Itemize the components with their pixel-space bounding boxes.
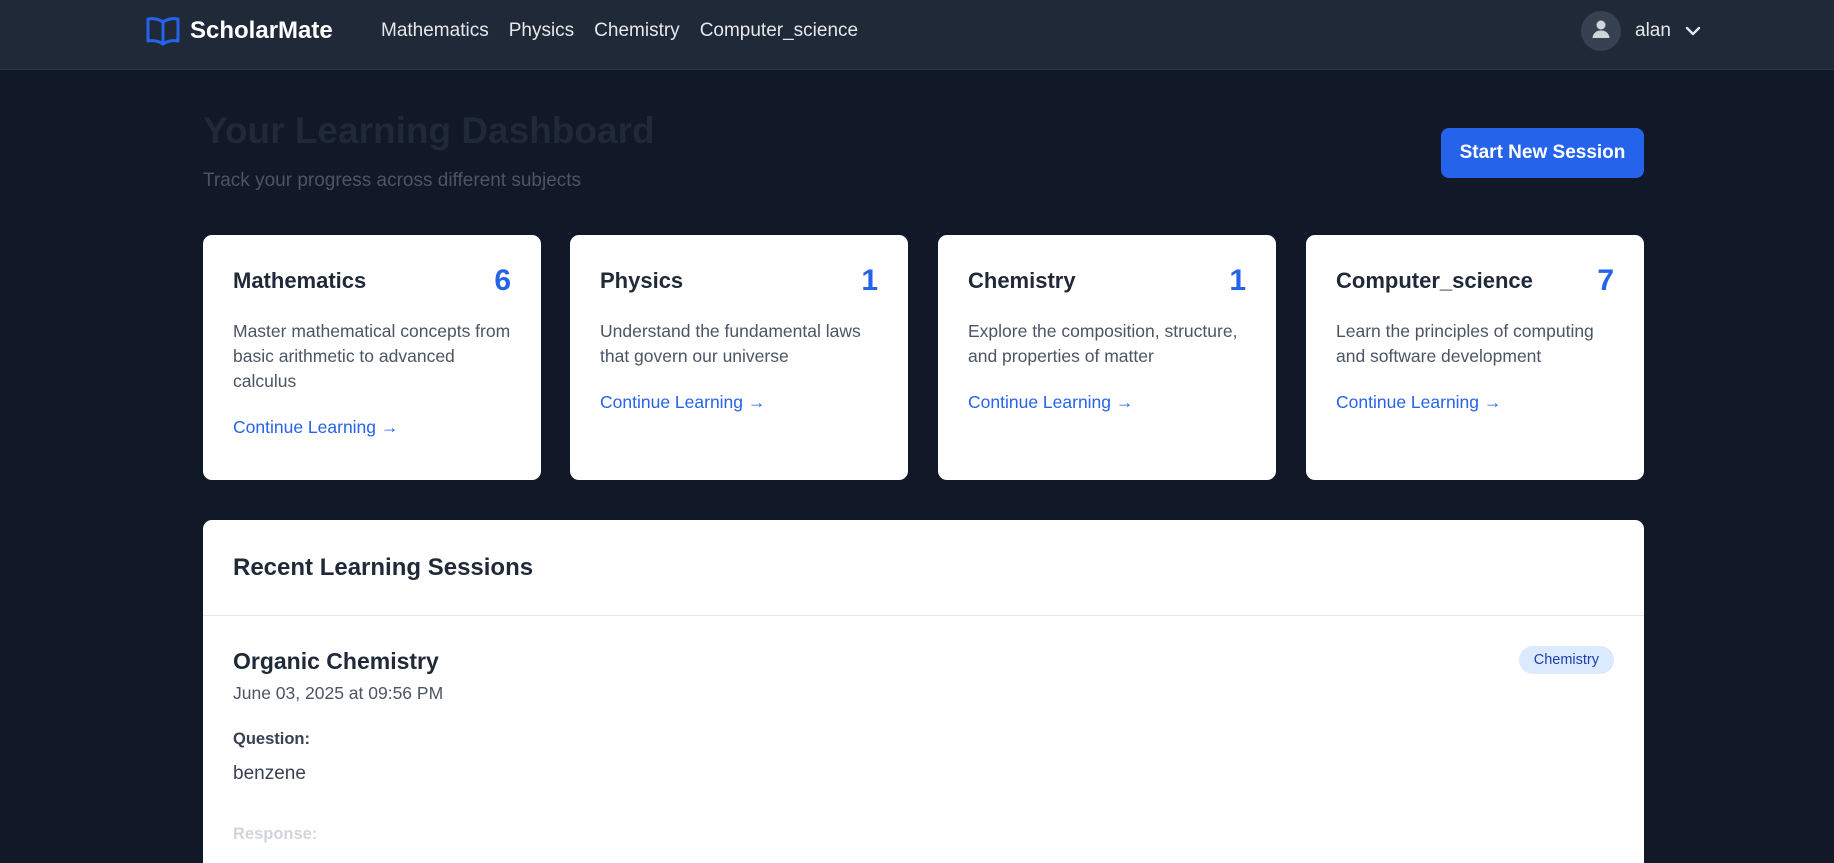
nav-link-chemistry[interactable]: Chemistry [594, 20, 680, 42]
subject-card-title: Computer_science [1336, 268, 1533, 293]
subject-session-count: 1 [1229, 264, 1246, 297]
nav-link-mathematics[interactable]: Mathematics [381, 20, 489, 42]
subject-session-count: 7 [1597, 264, 1614, 297]
top-navbar: ScholarMate Mathematics Physics Chemistr… [0, 0, 1834, 70]
subject-card-description: Explore the composition, structure, and … [968, 321, 1238, 366]
subject-card-computer-science: Computer_science 7 Learn the principles … [1306, 235, 1644, 480]
subject-card-description: Learn the principles of computing and so… [1336, 321, 1594, 366]
nav-link-physics[interactable]: Physics [509, 20, 574, 42]
continue-learning-link[interactable]: Continue Learning → [600, 392, 765, 413]
page-title: Your Learning Dashboard [203, 110, 655, 151]
subject-card-title: Physics [600, 268, 684, 293]
subject-card-title: Mathematics [233, 268, 367, 293]
subject-badge: Chemistry [1518, 646, 1614, 674]
subject-session-count: 6 [494, 264, 511, 297]
continue-learning-link[interactable]: Continue Learning → [968, 392, 1133, 413]
session-item[interactable]: Organic Chemistry June 03, 2025 at 09:56… [203, 616, 1644, 844]
subject-card-mathematics: Mathematics 6 Master mathematical concep… [203, 235, 541, 480]
subject-card-chemistry: Chemistry 1 Explore the composition, str… [938, 235, 1276, 480]
subject-session-count: 1 [861, 264, 878, 297]
recent-sessions-header: Recent Learning Sessions [203, 520, 1644, 616]
subject-card-description: Understand the fundamental laws that gov… [600, 321, 861, 366]
page-subtitle: Track your progress across different sub… [203, 170, 582, 191]
recent-sessions-title: Recent Learning Sessions [233, 554, 534, 581]
avatar [1581, 11, 1621, 51]
start-new-session-button[interactable]: Start New Session [1441, 128, 1644, 178]
main-nav: Mathematics Physics Chemistry Computer_s… [381, 0, 858, 62]
continue-learning-link[interactable]: Continue Learning → [233, 417, 398, 438]
session-title: Organic Chemistry [233, 648, 439, 674]
subject-card-physics: Physics 1 Understand the fundamental law… [570, 235, 908, 480]
session-date: June 03, 2025 at 09:56 PM [233, 683, 444, 703]
subject-card-title: Chemistry [968, 268, 1076, 293]
user-icon [1591, 19, 1611, 44]
recent-sessions-panel: Recent Learning Sessions Organic Chemist… [203, 520, 1644, 863]
nav-link-computer-science[interactable]: Computer_science [700, 20, 858, 42]
chevron-down-icon [1685, 26, 1701, 36]
question-text: benzene [233, 763, 306, 784]
continue-learning-link[interactable]: Continue Learning → [1336, 392, 1501, 413]
question-label: Question: [233, 730, 310, 748]
user-menu[interactable]: alan [1581, 10, 1701, 52]
brand-logo-link[interactable]: ScholarMate [146, 14, 333, 48]
brand-name: ScholarMate [190, 17, 333, 44]
response-label: Response: [233, 825, 318, 843]
book-open-icon [146, 16, 180, 46]
username: alan [1635, 20, 1671, 41]
subject-card-description: Master mathematical concepts from basic … [233, 321, 511, 391]
